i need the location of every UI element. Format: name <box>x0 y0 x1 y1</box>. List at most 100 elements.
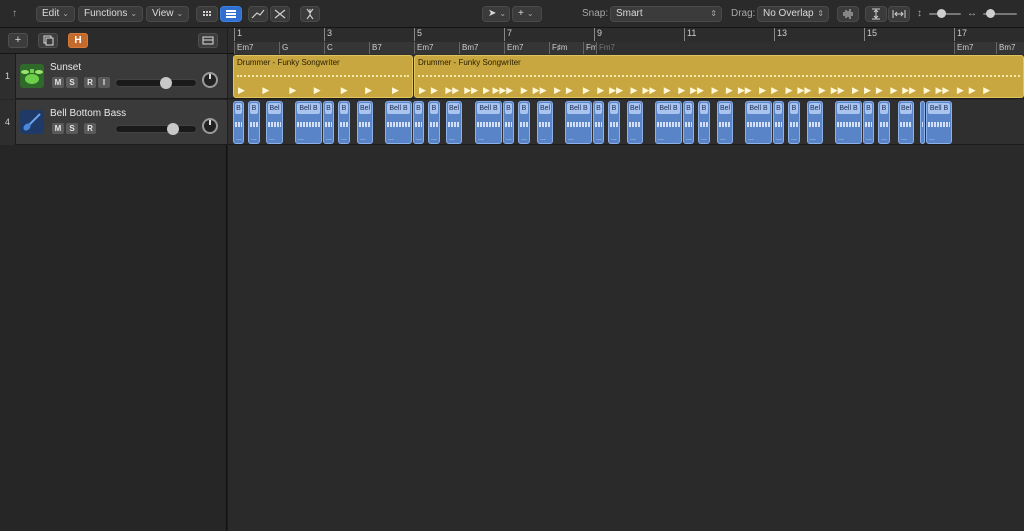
chord-marker[interactable]: Bm7 <box>996 42 1024 54</box>
volume-knob[interactable] <box>160 77 172 89</box>
track-header-sunset[interactable]: 1 Sunset M S R I <box>0 54 227 99</box>
chord-marker[interactable]: B7 <box>369 42 414 54</box>
bass-region[interactable]: B... <box>788 101 800 144</box>
bass-region[interactable]: B... <box>878 101 890 144</box>
track-lane-sunset[interactable]: Drummer - Funky Songwriter ▶ ▶ ▶ ▶ ▶ ▶ ▶… <box>228 54 1024 99</box>
ruler[interactable]: 1 3 5 7 9 11 13 15 17 Em7 G C B7 Em7 Bm7… <box>228 28 1024 54</box>
drag-select[interactable]: No Overlap ⇕ <box>757 6 829 22</box>
track-name[interactable]: Bell Bottom Bass <box>50 108 126 119</box>
chord-marker[interactable]: Fm7 <box>596 42 954 54</box>
bass-region[interactable]: Bell B... <box>745 101 772 144</box>
bass-region[interactable]: Bell B... <box>295 101 322 144</box>
input-monitor-button[interactable]: I <box>98 77 110 88</box>
list-view-button[interactable] <box>220 6 242 22</box>
bass-region[interactable]: B... <box>233 101 244 144</box>
bass-region[interactable]: Bel... <box>627 101 643 144</box>
waveform-zoom-button[interactable] <box>837 6 859 22</box>
add-track-button[interactable]: + <box>8 33 28 48</box>
horizontal-zoom-slider[interactable] <box>983 9 1017 18</box>
edit-menu[interactable]: Edit ⌄ <box>36 6 75 22</box>
bass-region[interactable]: B... <box>503 101 514 144</box>
duplicate-track-button[interactable] <box>38 33 58 48</box>
bass-region[interactable]: Bel... <box>807 101 823 144</box>
bass-region[interactable]: B... <box>593 101 604 144</box>
vertical-zoom-slider[interactable] <box>929 9 961 18</box>
horizontal-zoom-knob[interactable] <box>986 9 995 18</box>
functions-menu[interactable]: Functions ⌄ <box>78 6 144 22</box>
chord-marker[interactable]: Fm <box>583 42 596 54</box>
up-arrow-icon[interactable]: ↑ <box>12 7 17 21</box>
solo-button[interactable]: S <box>66 77 78 88</box>
mute-button[interactable]: M <box>52 123 64 134</box>
bass-region[interactable]: Bell B... <box>565 101 592 144</box>
waveform <box>610 122 618 127</box>
bass-region[interactable]: B... <box>428 101 440 144</box>
chord-marker[interactable]: F♯m <box>549 42 583 54</box>
bass-region[interactable]: Bel... <box>446 101 462 144</box>
fit-horizontal-button[interactable] <box>888 6 910 22</box>
bass-region[interactable]: B... <box>323 101 334 144</box>
bass-region[interactable]: B... <box>338 101 350 144</box>
chord-marker[interactable]: C <box>324 42 369 54</box>
snap-select[interactable]: Smart ⇕ <box>610 6 722 22</box>
vertical-zoom-knob[interactable] <box>937 9 946 18</box>
waveform <box>629 122 641 127</box>
fit-vertical-button[interactable] <box>865 6 887 22</box>
waveform <box>880 122 888 127</box>
bass-region[interactable]: B... <box>683 101 694 144</box>
chord-marker[interactable]: Em7 <box>234 42 279 54</box>
bass-region[interactable]: Bell B... <box>655 101 682 144</box>
bass-region[interactable]: Bel... <box>357 101 373 144</box>
bass-region[interactable]: B... <box>773 101 784 144</box>
bass-region[interactable]: B... <box>413 101 424 144</box>
pointer-tool[interactable]: ➤ ⌄ <box>482 6 510 22</box>
drummer-region[interactable]: Drummer - Funky Songwriter ▶ ▶ ▶▶ ▶▶ ▶ ▶… <box>414 55 1024 98</box>
flex-button[interactable] <box>270 6 290 22</box>
scissors-button[interactable] <box>300 6 320 22</box>
tracks-area[interactable]: 1 3 5 7 9 11 13 15 17 Em7 G C B7 Em7 Bm7… <box>228 28 1024 531</box>
bass-region[interactable]: B... <box>863 101 874 144</box>
drum-kit-icon <box>20 64 44 88</box>
grid-view-button[interactable] <box>196 6 218 22</box>
track-name[interactable]: Sunset <box>50 62 81 73</box>
bass-region[interactable]: Bel... <box>717 101 733 144</box>
chord-marker[interactable]: Bm7 <box>459 42 504 54</box>
automation-button[interactable] <box>248 6 268 22</box>
mute-button[interactable]: M <box>52 77 64 88</box>
bass-region[interactable]: B... <box>518 101 530 144</box>
bass-region[interactable]: B... <box>248 101 260 144</box>
marquee-tool[interactable]: + ⌄ <box>512 6 542 22</box>
hide-button[interactable]: H <box>68 33 88 48</box>
solo-button[interactable]: S <box>66 123 78 134</box>
pan-knob[interactable] <box>202 118 218 134</box>
bass-region[interactable] <box>920 101 925 144</box>
chord-marker[interactable]: Em7 <box>414 42 459 54</box>
bass-region[interactable]: Bell B... <box>475 101 502 144</box>
bass-region[interactable]: Bel... <box>898 101 914 144</box>
region-ellipsis: ... <box>630 135 636 142</box>
view-menu[interactable]: View ⌄ <box>146 6 190 22</box>
bass-region[interactable]: Bell B... <box>385 101 412 144</box>
bass-region[interactable]: B... <box>698 101 710 144</box>
chord-marker[interactable]: Em7 <box>954 42 996 54</box>
bass-region[interactable]: Bell B... <box>835 101 862 144</box>
record-enable-button[interactable]: R <box>84 123 96 134</box>
drum-pattern <box>418 75 1020 77</box>
bass-region[interactable]: Bel... <box>537 101 553 144</box>
bass-region[interactable]: B... <box>608 101 620 144</box>
bass-region[interactable]: Bel... <box>266 101 283 144</box>
volume-slider[interactable] <box>115 123 197 135</box>
chord-marker[interactable]: G <box>279 42 324 54</box>
volume-slider[interactable] <box>115 77 197 89</box>
track-lane-bell-bottom-bass[interactable]: B... B... Bel... Bell B... B... B... Bel… <box>228 100 1024 145</box>
bass-region[interactable]: Bell B... <box>926 101 952 144</box>
drummer-region[interactable]: Drummer - Funky Songwriter ▶ ▶ ▶ ▶ ▶ ▶ ▶… <box>233 55 413 98</box>
drum-hits: ▶ ▶ ▶▶ ▶▶ ▶ ▶▶▶ ▶ ▶▶ ▶ ▶ ▶ ▶ ▶▶ ▶ ▶▶ ▶ ▶… <box>419 85 991 95</box>
pan-knob[interactable] <box>202 72 218 88</box>
record-enable-button[interactable]: R <box>84 77 96 88</box>
track-header-bell-bottom-bass[interactable]: 4 Bell Bottom Bass M S R <box>0 100 227 145</box>
ruler-bar: 11 <box>684 28 696 41</box>
volume-knob[interactable] <box>167 123 179 135</box>
chord-marker[interactable]: Em7 <box>504 42 549 54</box>
global-tracks-button[interactable] <box>198 33 218 48</box>
